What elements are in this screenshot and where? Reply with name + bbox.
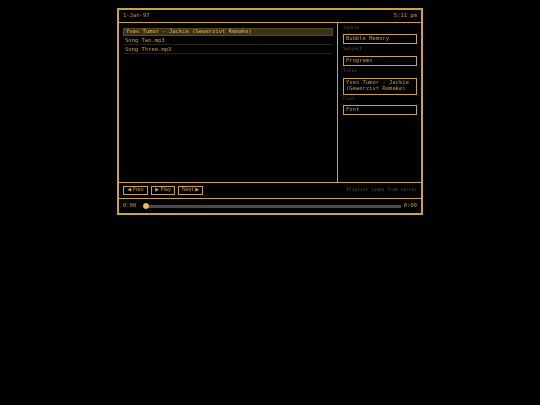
seek-handle[interactable] [143, 203, 149, 209]
field-value-jackie[interactable]: Bubble Memory [343, 34, 417, 44]
total-time: 0:00 [403, 203, 417, 209]
field-label-title: Title [343, 69, 357, 74]
playlist-status-note: Playlist loads from server [346, 188, 417, 193]
playlist: Yves Tumor - Jackie (Gewerzivt Remake) S… [119, 23, 338, 182]
playlist-item-2[interactable]: Song Two.mp3 [123, 37, 333, 45]
current-time: 0:00 [123, 203, 137, 209]
details-panel: Jackie Bubble Memory Subject Programs Ti… [338, 23, 421, 182]
date-label: 1-Jan-97 [123, 13, 150, 19]
seek-slider[interactable] [143, 203, 401, 209]
field-value-subject[interactable]: Programs [343, 56, 417, 66]
field-label-find: Find [343, 97, 354, 102]
field-label-subject: Subject [343, 47, 362, 52]
title-bar: 1-Jan-97 5:11 pm [119, 10, 421, 23]
transport-controls: ◀ Prev ▶ Play Next ▶ Playlist loads from… [119, 182, 421, 198]
playlist-item-3[interactable]: Song Three.mp3 [123, 46, 333, 54]
progress-bar-row: 0:00 0:00 [119, 198, 421, 214]
field-label-jackie: Jackie [343, 26, 360, 31]
media-player-window: 1-Jan-97 5:11 pm Yves Tumor - Jackie (Ge… [117, 8, 423, 215]
field-value-find[interactable]: Font [343, 105, 417, 115]
next-button[interactable]: Next ▶ [178, 186, 203, 195]
prev-button[interactable]: ◀ Prev [123, 186, 148, 195]
field-value-title[interactable]: Yves Tumor - Jackie (Gewerzivt Remake) [343, 78, 417, 95]
play-button[interactable]: ▶ Play [151, 186, 175, 195]
playlist-item-1[interactable]: Yves Tumor - Jackie (Gewerzivt Remake) [123, 28, 333, 36]
clock-label: 5:11 pm [393, 13, 417, 19]
